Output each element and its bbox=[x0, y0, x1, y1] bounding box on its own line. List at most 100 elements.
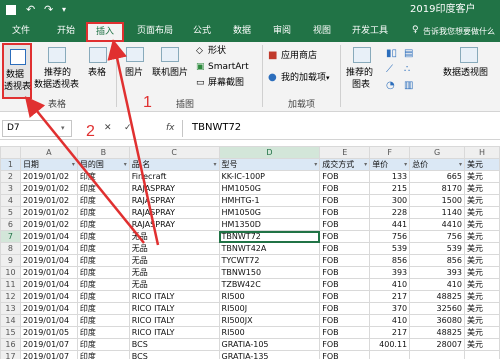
row-number[interactable]: 9 bbox=[0, 254, 21, 267]
cell[interactable]: RAJASPRAY bbox=[128, 218, 220, 231]
header-cell[interactable]: 美元 bbox=[464, 158, 500, 171]
cell[interactable]: 2019/01/02 bbox=[19, 206, 78, 219]
cell[interactable]: FOB bbox=[319, 278, 371, 291]
cell[interactable]: 印度 bbox=[76, 206, 130, 219]
combo-chart-icon[interactable]: ▥ bbox=[404, 80, 413, 91]
tab-page-layout[interactable]: 页面布局 bbox=[137, 26, 173, 37]
redo-icon[interactable]: ↷ bbox=[44, 4, 53, 15]
row-number[interactable]: 6 bbox=[0, 218, 21, 231]
cell[interactable]: 美元 bbox=[464, 302, 500, 315]
row-number[interactable]: 16 bbox=[0, 338, 21, 351]
row-number[interactable]: 7 bbox=[0, 230, 21, 243]
row-number[interactable]: 11 bbox=[0, 278, 21, 291]
cell[interactable]: KK-IC-100P bbox=[218, 170, 321, 183]
filter-dropdown-icon[interactable]: ▾ bbox=[72, 160, 75, 170]
cell[interactable] bbox=[409, 350, 465, 359]
column-header-a[interactable]: A bbox=[19, 146, 78, 159]
filter-dropdown-icon[interactable]: ▾ bbox=[459, 160, 462, 170]
cell[interactable]: 228 bbox=[369, 206, 411, 219]
cell[interactable]: FOB bbox=[319, 206, 371, 219]
cell[interactable]: 2019/01/04 bbox=[19, 254, 78, 267]
area-chart-icon[interactable]: ▤ bbox=[404, 48, 413, 59]
header-cell[interactable]: 成交方式 ▾ bbox=[319, 158, 371, 171]
row-number[interactable]: 2 bbox=[0, 170, 21, 183]
filter-dropdown-icon[interactable]: ▾ bbox=[124, 160, 127, 170]
store-button[interactable]: 应用商店 bbox=[281, 51, 317, 62]
cell[interactable]: 印度 bbox=[76, 254, 130, 267]
tab-formulas[interactable]: 公式 bbox=[193, 26, 211, 37]
cell[interactable]: TYCWT72 bbox=[218, 254, 321, 267]
cell[interactable]: 印度 bbox=[76, 170, 130, 183]
cell[interactable]: 410 bbox=[369, 278, 411, 291]
cell[interactable]: 539 bbox=[369, 242, 411, 255]
cell[interactable]: 539 bbox=[409, 242, 465, 255]
cell[interactable]: 印度 bbox=[76, 350, 130, 359]
cell[interactable]: 美元 bbox=[464, 170, 500, 183]
cell[interactable]: 4410 bbox=[409, 218, 465, 231]
cell[interactable]: 856 bbox=[369, 254, 411, 267]
cell[interactable]: 2019/01/04 bbox=[19, 266, 78, 279]
column-header-c[interactable]: C bbox=[128, 146, 220, 159]
cell[interactable]: 28007 bbox=[409, 338, 465, 351]
enter-icon[interactable]: ✓ bbox=[124, 123, 132, 134]
column-header-d[interactable]: D bbox=[218, 146, 321, 159]
cell[interactable]: 2019/01/02 bbox=[19, 218, 78, 231]
row-number[interactable]: 3 bbox=[0, 182, 21, 195]
cell[interactable]: RI500 bbox=[218, 290, 321, 303]
cell[interactable]: 印度 bbox=[76, 230, 130, 243]
cell[interactable]: HM1050G bbox=[218, 206, 321, 219]
cell[interactable]: 1140 bbox=[409, 206, 465, 219]
cell[interactable]: 441 bbox=[369, 218, 411, 231]
my-addins-button[interactable]: 我的加载项 bbox=[281, 73, 326, 84]
cell[interactable]: 133 bbox=[369, 170, 411, 183]
cell[interactable]: RI500J bbox=[218, 302, 321, 315]
cell[interactable]: 217 bbox=[369, 290, 411, 303]
cell[interactable]: 无品 bbox=[128, 254, 220, 267]
cell[interactable]: 756 bbox=[409, 230, 465, 243]
filter-dropdown-icon[interactable]: ▾ bbox=[214, 160, 217, 170]
cell[interactable]: 无品 bbox=[128, 230, 220, 243]
save-icon[interactable] bbox=[6, 5, 16, 15]
cell[interactable]: TBNWT72 bbox=[218, 230, 321, 243]
cell[interactable]: 印度 bbox=[76, 302, 130, 315]
cell[interactable]: 2019/01/07 bbox=[19, 338, 78, 351]
undo-icon[interactable]: ↶ bbox=[26, 4, 35, 15]
name-box-dropdown-icon[interactable]: ▾ bbox=[61, 123, 65, 134]
line-chart-icon[interactable]: ⟋ bbox=[386, 64, 393, 75]
cell[interactable]: FOB bbox=[319, 242, 371, 255]
cell[interactable]: FOB bbox=[319, 302, 371, 315]
cell[interactable]: FOB bbox=[319, 218, 371, 231]
column-header-e[interactable]: E bbox=[319, 146, 371, 159]
cell[interactable]: 无品 bbox=[128, 266, 220, 279]
cell[interactable]: RI500 bbox=[218, 326, 321, 339]
header-cell[interactable]: 单价 ▾ bbox=[369, 158, 411, 171]
cell[interactable]: GRATIA-135 bbox=[218, 350, 321, 359]
picture-button[interactable]: 图片 bbox=[120, 43, 150, 89]
cell[interactable]: FOB bbox=[319, 230, 371, 243]
cell[interactable]: 印度 bbox=[76, 326, 130, 339]
cell[interactable]: RICO ITALY bbox=[128, 302, 220, 315]
cell[interactable]: 2019/01/04 bbox=[19, 242, 78, 255]
cell[interactable]: 393 bbox=[409, 266, 465, 279]
cell[interactable]: RAJASPRAY bbox=[128, 182, 220, 195]
header-cell[interactable]: 日期 ▾ bbox=[19, 158, 78, 171]
row-number[interactable]: 8 bbox=[0, 242, 21, 255]
tab-home[interactable]: 开始 bbox=[57, 26, 75, 37]
cell[interactable]: 美元 bbox=[464, 230, 500, 243]
cell[interactable]: 410 bbox=[409, 278, 465, 291]
bar-chart-icon[interactable]: ▮▯ bbox=[386, 48, 397, 59]
cell[interactable]: 印度 bbox=[76, 266, 130, 279]
cell[interactable]: 217 bbox=[369, 326, 411, 339]
pivot-table-button[interactable]: 数据 透视表 bbox=[2, 43, 32, 99]
cell[interactable] bbox=[464, 350, 500, 359]
cell[interactable]: 印度 bbox=[76, 338, 130, 351]
header-cell[interactable]: 目的国 ▾ bbox=[76, 158, 130, 171]
cell[interactable]: FOB bbox=[319, 266, 371, 279]
cell[interactable]: RI500JX bbox=[218, 314, 321, 327]
filter-dropdown-icon[interactable]: ▾ bbox=[364, 160, 367, 170]
select-all-corner[interactable] bbox=[0, 146, 21, 159]
cell[interactable]: 36080 bbox=[409, 314, 465, 327]
cell[interactable]: 2019/01/02 bbox=[19, 194, 78, 207]
cell[interactable]: 无品 bbox=[128, 278, 220, 291]
cell[interactable]: FOB bbox=[319, 254, 371, 267]
